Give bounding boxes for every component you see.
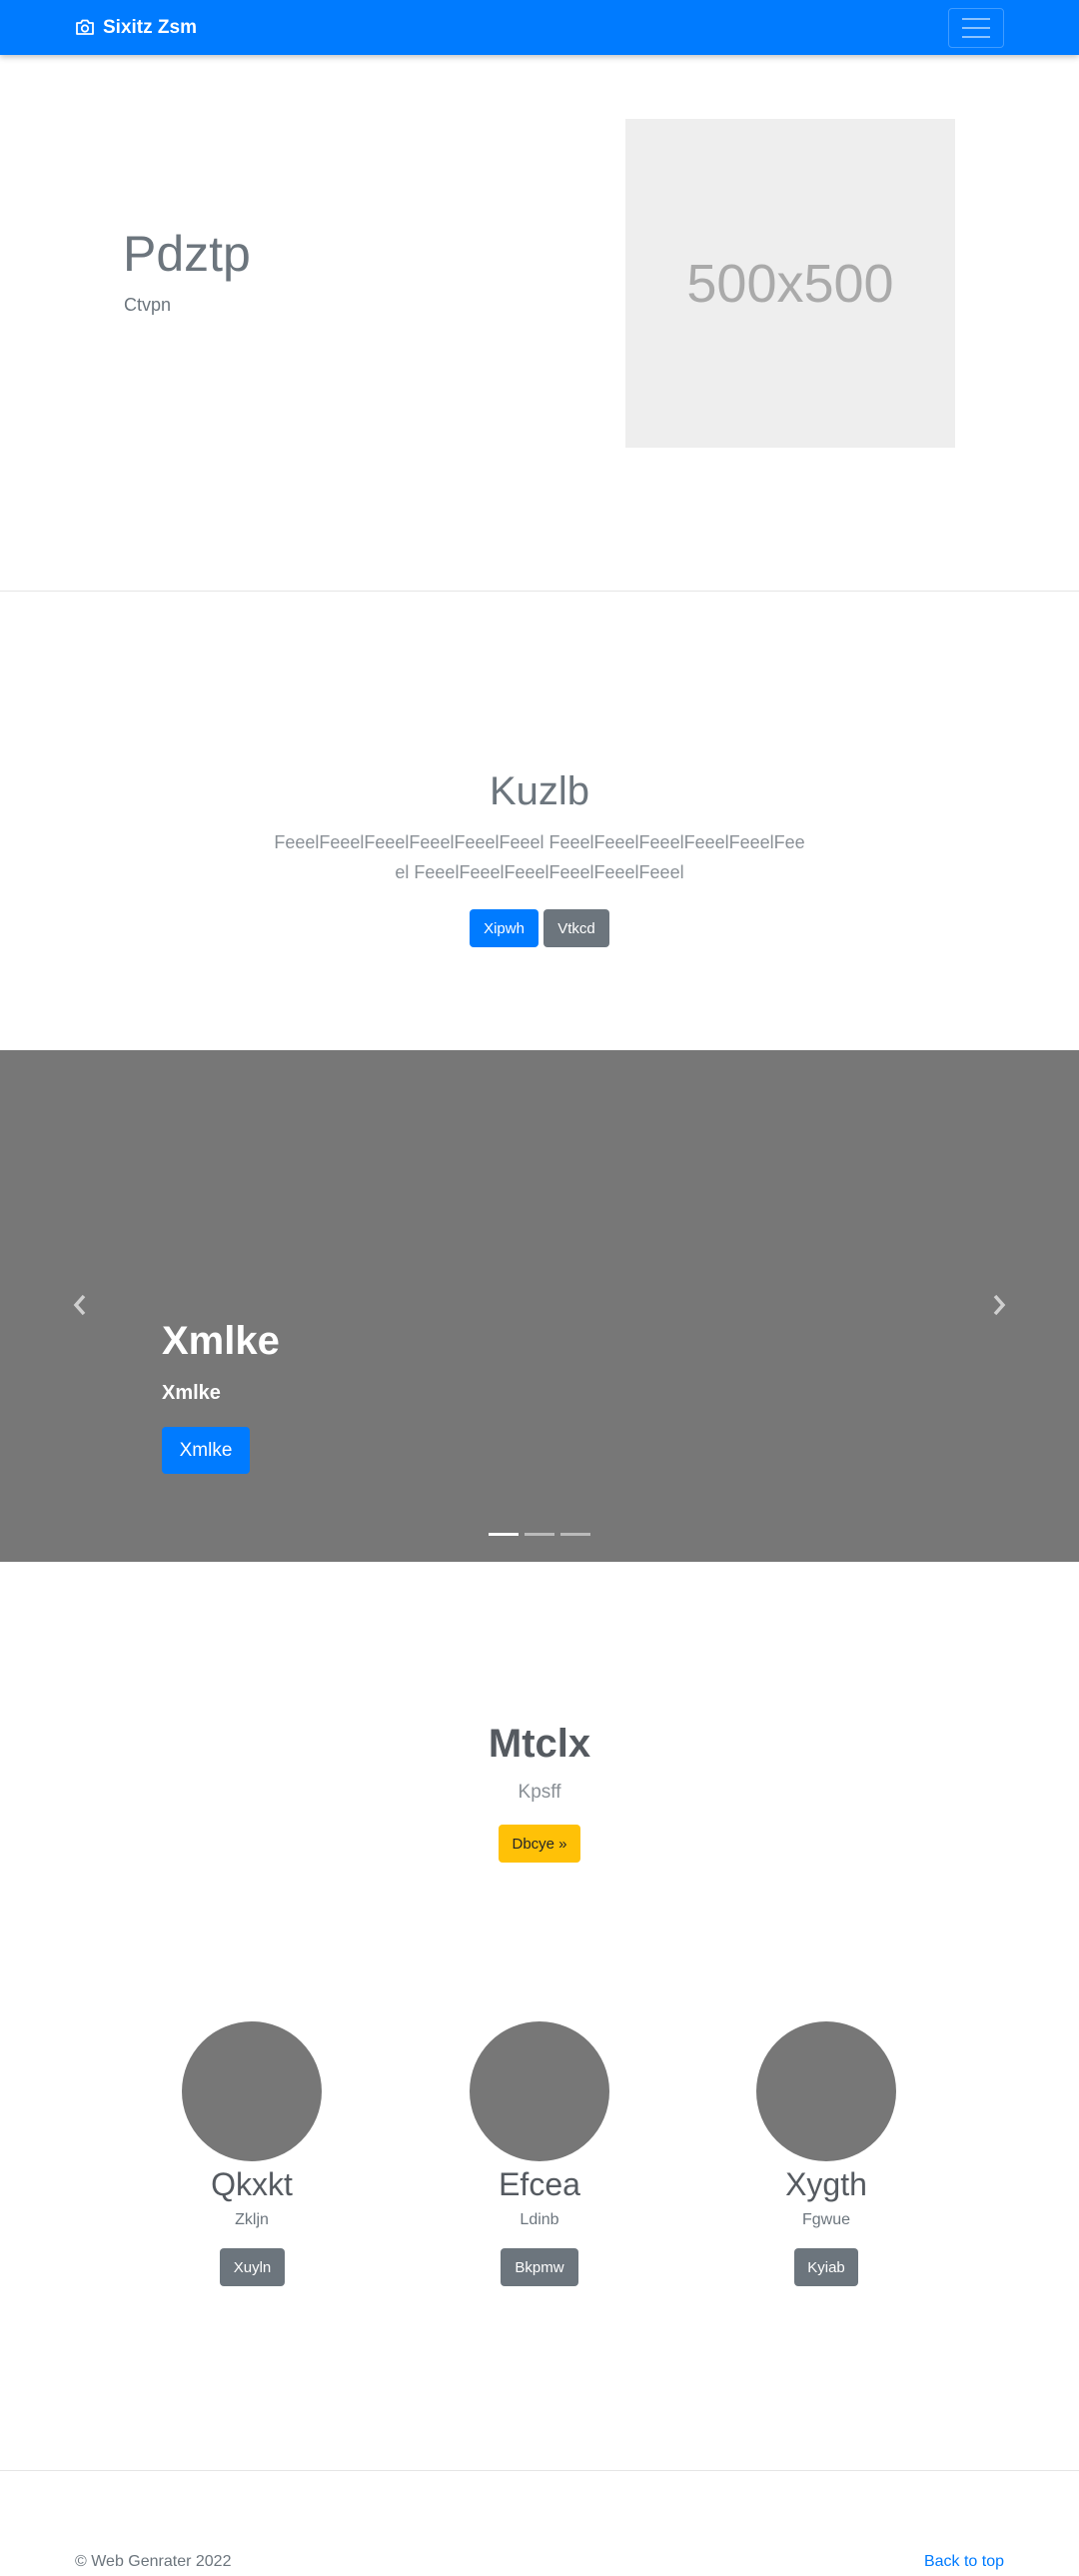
chevron-left-icon <box>73 1294 86 1316</box>
copyright-text: © Web Genrater 2022 <box>75 2553 232 2570</box>
secondary-button[interactable]: Vtkcd <box>543 909 609 947</box>
divider <box>0 591 1079 592</box>
column-subtitle: Ldinb <box>520 2211 559 2228</box>
jumbotron-text: FeeelFeeelFeeelFeeelFeeelFeeel FeeelFeee… <box>274 832 805 882</box>
brand-name: Sixitz Zsm <box>103 16 197 38</box>
column-3-button[interactable]: Kyiab <box>794 2248 858 2286</box>
avatar <box>470 2021 609 2161</box>
feature-subtitle: Kpsff <box>518 1782 561 1803</box>
column-2-button[interactable]: Bkpmw <box>501 2248 578 2286</box>
column-3: Xygth Fgwue <box>756 2021 896 2228</box>
feature-button[interactable]: Dbcye » <box>499 1825 580 1863</box>
column-subtitle: Fgwue <box>801 2211 851 2228</box>
carousel: Xmlke Xmlke Xmlke <box>0 1050 1079 1562</box>
brand-link[interactable]: Sixitz Zsm <box>75 15 197 40</box>
carousel-button[interactable]: Xmlke <box>162 1427 250 1474</box>
hero-title: Pdztp <box>123 226 251 282</box>
column-title: Qkxkt <box>211 2166 293 2202</box>
divider <box>0 2470 1079 2471</box>
hamburger-icon-line <box>962 36 990 38</box>
column-subtitle: Zkljn <box>235 2211 269 2228</box>
hamburger-icon-line <box>962 27 990 29</box>
avatar <box>182 2021 322 2161</box>
carousel-indicator-3[interactable] <box>560 1533 590 1536</box>
hero-image-placeholder: 500x500 <box>625 119 955 448</box>
navbar: Sixitz Zsm <box>0 0 1079 55</box>
camera-icon <box>76 19 94 35</box>
column-2: Efcea Ldinb <box>470 2021 609 2228</box>
hero-subtitle: Ctvpn <box>124 295 172 315</box>
navbar-toggler-button[interactable] <box>948 8 1004 48</box>
carousel-next-button[interactable] <box>987 1290 1011 1320</box>
feature-title: Mtclx <box>488 1722 591 1766</box>
column-title: Efcea <box>499 2166 580 2202</box>
carousel-prev-button[interactable] <box>68 1290 92 1320</box>
jumbotron-title: Kuzlb <box>489 769 590 813</box>
carousel-indicator-2[interactable] <box>525 1533 554 1536</box>
carousel-caption-title: Xmlke <box>162 1319 280 1363</box>
column-1-button[interactable]: Xuyln <box>220 2248 285 2286</box>
chevron-right-icon <box>993 1294 1006 1316</box>
column-title: Xygth <box>785 2166 867 2202</box>
carousel-caption-subtitle: Xmlke <box>162 1382 221 1404</box>
primary-button[interactable]: Xipwh <box>470 909 539 947</box>
back-to-top-link[interactable]: Back to top <box>924 2553 1004 2571</box>
carousel-indicator-1[interactable] <box>489 1533 519 1536</box>
avatar <box>756 2021 896 2161</box>
placeholder-label: 500x500 <box>686 253 894 314</box>
hamburger-icon <box>962 18 990 20</box>
column-1: Qkxkt Zkljn <box>182 2021 322 2228</box>
